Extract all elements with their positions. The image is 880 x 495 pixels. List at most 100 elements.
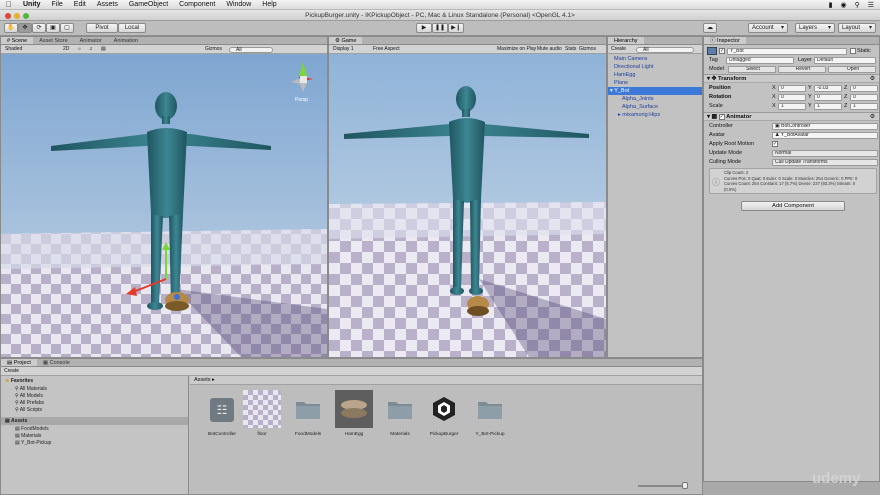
move-tool-button[interactable]: ✥ (18, 23, 32, 33)
hierarchy-item-y-bot[interactable]: ▾ Y_Bot (610, 88, 629, 94)
model-revert-button[interactable]: Revert (778, 65, 826, 73)
tab-animator[interactable]: Animator (74, 37, 108, 44)
project-create-dropdown[interactable]: Create (4, 367, 19, 376)
tab-hierarchy[interactable]: Hierarchy (608, 37, 644, 44)
tree-foodmodels[interactable]: ▤ FoodModels (15, 426, 49, 432)
object-name-field[interactable]: Y_Bot (727, 47, 847, 55)
game-viewport[interactable] (329, 54, 606, 357)
hierarchy-item-hips[interactable]: ▸ mixamorig:Hips (618, 112, 660, 118)
game-gizmos-dropdown[interactable]: Gizmos (579, 45, 596, 54)
shading-mode-dropdown[interactable]: Shaded (5, 45, 22, 54)
effects-toggle-icon[interactable]: ▤ (101, 45, 106, 54)
expand-arrow-icon[interactable]: ▾ (610, 88, 613, 94)
tab-scene[interactable]: # Scene (1, 37, 34, 44)
asset-pickupburger[interactable]: PickupBurger (424, 390, 464, 437)
menu-assets[interactable]: Assets (97, 1, 118, 8)
hierarchy-item-alpha-joints[interactable]: Alpha_Joints (622, 96, 654, 102)
hand-tool-button[interactable]: ✋ (4, 23, 18, 33)
rotation-z-field[interactable]: 0 (850, 93, 878, 101)
layer-dropdown[interactable]: Default (814, 56, 876, 64)
culling-mode-dropdown[interactable]: Cull Update Transforms (772, 158, 878, 166)
layers-dropdown[interactable]: Layers ▾ (795, 23, 835, 33)
zoom-slider-track[interactable] (638, 485, 688, 487)
scene-viewport[interactable]: Persp (1, 54, 327, 357)
menu-window[interactable]: Window (226, 1, 251, 8)
tab-animation[interactable]: Animation (108, 37, 144, 44)
scale-tool-button[interactable]: ▣ (46, 23, 60, 33)
mute-audio-toggle[interactable]: Mute audio (537, 45, 562, 54)
tab-inspector[interactable]: ⓘ Inspector (704, 37, 746, 44)
pivot-toggle[interactable]: Pivot (86, 23, 118, 33)
tab-project[interactable]: ▤ Project (1, 359, 37, 366)
add-component-button[interactable]: Add Component (741, 201, 845, 211)
local-toggle[interactable]: Local (118, 23, 146, 33)
step-button[interactable]: ▶❙ (448, 23, 464, 33)
active-checkbox[interactable]: ✓ (719, 48, 725, 54)
static-checkbox[interactable] (850, 48, 856, 54)
update-mode-dropdown[interactable]: Normal (772, 149, 878, 157)
2d-toggle[interactable]: 2D (63, 45, 69, 54)
favorite-all-materials[interactable]: ⚲ All Materials (15, 386, 47, 392)
asset-floor[interactable]: floor (242, 390, 282, 437)
burger-object[interactable] (467, 296, 489, 316)
scale-y-field[interactable]: 1 (814, 102, 842, 110)
menu-gameobject[interactable]: GameObject (129, 1, 168, 8)
collab-button[interactable]: ☁ (703, 23, 717, 33)
tab-console[interactable]: ▦ Console (37, 359, 76, 366)
zoom-slider-handle[interactable] (682, 482, 688, 489)
controller-field[interactable]: ▣ BotController (772, 122, 878, 130)
tab-asset-store[interactable]: Asset Store (33, 37, 73, 44)
rotation-y-field[interactable]: 0 (814, 93, 842, 101)
position-z-field[interactable]: 0 (850, 84, 878, 92)
animator-enabled-checkbox[interactable]: ✓ (718, 114, 725, 120)
gear-icon[interactable]: ⚙ (870, 75, 875, 84)
search-icon[interactable]: ⚲ (855, 1, 860, 9)
model-open-button[interactable]: Open (828, 65, 876, 73)
transform-header[interactable]: ▾ ✥ Transform ⚙ (704, 74, 879, 83)
hierarchy-item-alpha-surface[interactable]: Alpha_Surface (622, 104, 658, 110)
asset-y-bot-pickup[interactable]: Y_Bot-Pickup (470, 390, 510, 437)
favorite-all-scripts[interactable]: ⚲ All Scripts (15, 407, 42, 413)
scene-gizmos-dropdown[interactable]: Gizmos (205, 45, 222, 54)
burger-object[interactable] (165, 292, 189, 311)
menu-edit[interactable]: Edit (74, 1, 86, 8)
tag-dropdown[interactable]: Untagged (726, 56, 794, 64)
pause-button[interactable]: ❚❚ (432, 23, 448, 33)
assets-root[interactable]: ▤ Assets (5, 418, 27, 424)
model-select-button[interactable]: Select (728, 65, 776, 73)
favorite-all-prefabs[interactable]: ⚲ All Prefabs (15, 400, 44, 406)
menu-file[interactable]: File (52, 1, 63, 8)
display-dropdown[interactable]: Display 1 (333, 45, 354, 54)
stats-toggle[interactable]: Stats (565, 45, 576, 54)
favorites-header[interactable]: ★ Favorites (5, 378, 33, 384)
asset-materials[interactable]: Materials (380, 390, 420, 437)
foldout-arrow-icon[interactable]: ▾ (707, 76, 710, 82)
hierarchy-item-directional-light[interactable]: Directional Light (614, 64, 653, 70)
zoom-window-icon[interactable] (23, 13, 29, 19)
animator-header[interactable]: ▾ ▦ ✓ Animator ⚙ (704, 112, 879, 121)
maximize-on-play-toggle[interactable]: Maximize on Play (497, 45, 536, 54)
root-motion-checkbox[interactable]: ✓ (772, 141, 778, 147)
position-y-field[interactable]: -0.03 (814, 84, 842, 92)
gear-icon[interactable]: ⚙ (870, 113, 875, 122)
hierarchy-item-hamegg[interactable]: HamEgg (614, 72, 635, 78)
favorite-all-models[interactable]: ⚲ All Models (15, 393, 43, 399)
hierarchy-item-main-camera[interactable]: Main Camera (614, 56, 647, 62)
scale-z-field[interactable]: 1 (850, 102, 878, 110)
account-dropdown[interactable]: Account ▾ (748, 23, 788, 33)
light-toggle-icon[interactable]: ☼ (77, 45, 82, 54)
layout-dropdown[interactable]: Layout ▾ (838, 23, 876, 33)
tab-game[interactable]: ⚙ Game (329, 37, 363, 44)
asset-botcontroller[interactable]: ☷ BotController (202, 390, 242, 437)
position-x-field[interactable]: 0 (778, 84, 806, 92)
audio-toggle-icon[interactable]: ♫ (89, 45, 93, 54)
asset-foodmodels[interactable]: FoodModels (288, 390, 328, 437)
persp-label[interactable]: Persp (295, 97, 308, 103)
hierarchy-item-plane[interactable]: Plane (614, 80, 628, 86)
scale-x-field[interactable]: 1 (778, 102, 806, 110)
list-icon[interactable]: ☰ (868, 1, 874, 9)
menu-component[interactable]: Component (179, 1, 215, 8)
avatar-field[interactable]: ♟ Y_BotAvatar (772, 131, 878, 139)
menu-unity[interactable]: Unity (23, 1, 41, 8)
aspect-dropdown[interactable]: Free Aspect (373, 45, 400, 54)
